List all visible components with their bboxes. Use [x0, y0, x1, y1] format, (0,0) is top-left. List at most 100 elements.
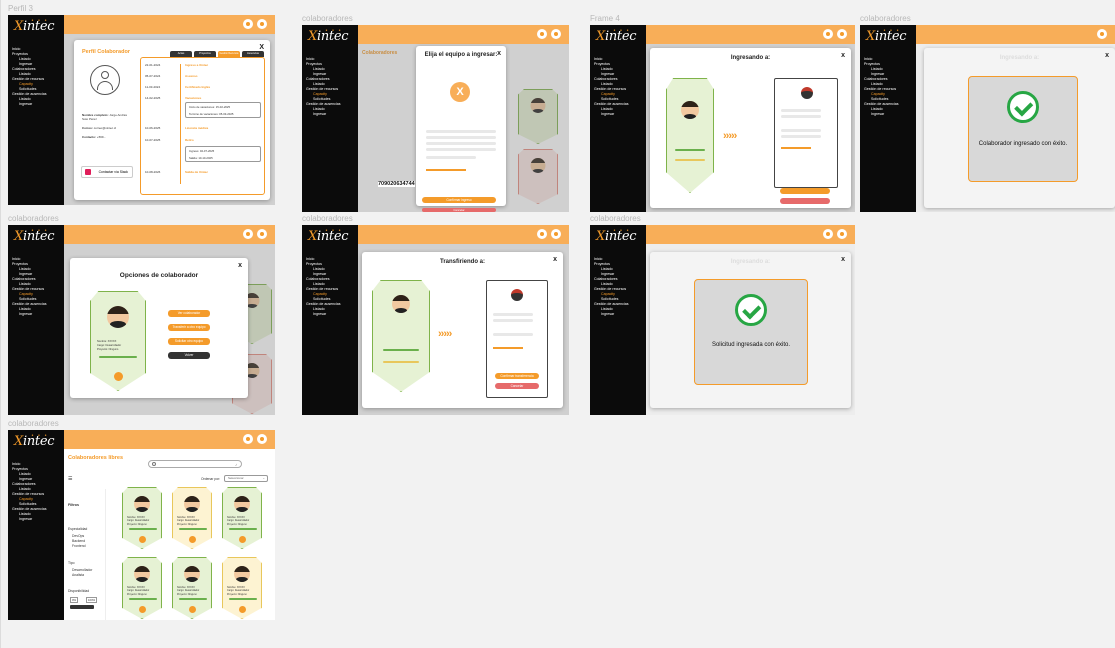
notification-icon[interactable] — [823, 29, 833, 39]
disp-max[interactable]: 100% — [86, 597, 98, 603]
frame-title: colaboradores — [8, 214, 59, 223]
user-icon[interactable] — [257, 19, 267, 29]
nav-ingresar[interactable]: Ingresar — [864, 112, 914, 117]
nav-ingresar[interactable]: Ingresar — [12, 517, 62, 522]
timeline-date: 11-03-2024 — [145, 85, 161, 89]
microphone-icon[interactable]: ♪ — [235, 462, 237, 467]
cancel-button[interactable]: Cancelar — [422, 208, 496, 212]
transferir-button[interactable]: Transferir a otro equipo — [168, 324, 210, 331]
xintec-badge-icon — [139, 606, 146, 613]
close-icon[interactable]: x — [841, 52, 845, 59]
collaborator-card[interactable]: Nombre: XXXXX Cargo: Desarrollador Proyect… — [222, 487, 262, 549]
timeline-event: Salida de Xintec — [185, 170, 209, 174]
collaborator-card[interactable]: Nombre: XXXXX Cargo: Desarrollador Proyect… — [222, 557, 262, 619]
notification-icon[interactable] — [243, 19, 253, 29]
notification-icon[interactable] — [1097, 29, 1107, 39]
frame-title: Perfil 3 — [8, 4, 33, 13]
confirm-button[interactable]: Confirmar ingreso — [422, 197, 496, 203]
filter-option[interactable]: Analista — [72, 573, 84, 577]
ordenar-select[interactable]: Seleccionar ⌄ — [224, 475, 268, 482]
success-dialog: Solicitud ingresada con éxito. — [694, 279, 808, 385]
sidebar-nav: Inicio Proyectos Listado Ingresar Colabo… — [864, 57, 914, 117]
solicitar-button[interactable]: Solicitar otro equipo — [168, 338, 210, 345]
especialidad-label: Especialidad — [68, 527, 88, 531]
user-icon[interactable] — [257, 434, 267, 444]
notification-icon[interactable] — [823, 229, 833, 239]
nav-ingresar[interactable]: Ingresar — [306, 112, 356, 117]
top-bar — [646, 225, 855, 244]
nav-ingresar[interactable]: Ingresar — [306, 312, 356, 317]
search-icon — [152, 462, 156, 466]
close-icon[interactable]: x — [497, 50, 501, 57]
filter-option[interactable]: DevOps — [72, 534, 84, 538]
notification-icon[interactable] — [243, 434, 253, 444]
timeline-event[interactable]: Vacaciones — [185, 96, 201, 100]
disp-min[interactable]: 0% — [70, 597, 79, 603]
close-icon[interactable]: X — [259, 44, 264, 51]
frame-exito-solicitud: • • • Xintec Inicio Proyectos Listado Ing… — [590, 225, 855, 415]
range-slider[interactable] — [70, 605, 94, 609]
user-icon[interactable] — [551, 229, 561, 239]
contacto-field: Contacto: +569... — [82, 135, 107, 139]
nav-ingresar[interactable]: Ingresar — [12, 312, 62, 317]
filters-title: Filtros — [68, 503, 79, 507]
percentage-slider[interactable] — [426, 169, 466, 171]
ver-colaborador-button[interactable]: Ver colaborador — [168, 310, 210, 317]
modal-title: Ingresando a: — [730, 55, 771, 61]
filter-option[interactable]: Frontend — [72, 544, 86, 548]
filter-option[interactable]: Desarrollador — [72, 568, 92, 572]
user-icon[interactable] — [551, 29, 561, 39]
form-row — [426, 156, 476, 159]
timeline-date: 05-07-2024 — [145, 74, 161, 78]
sidebar: • • • Xintec Inicio Proyectos Listado Ing… — [8, 430, 64, 620]
user-icon[interactable] — [837, 229, 847, 239]
user-icon[interactable] — [837, 29, 847, 39]
top-bar — [916, 25, 1115, 44]
user-icon[interactable] — [257, 229, 267, 239]
cancel-button[interactable]: Cancelar — [495, 383, 539, 389]
close-icon[interactable]: x — [238, 262, 242, 269]
nav-ingresar[interactable]: Ingresar — [594, 312, 644, 317]
collaborator-card[interactable]: Nombre: XXXXX Cargo: Desarrollador Proyect… — [172, 487, 212, 549]
team-logo-icon — [801, 87, 813, 99]
close-icon[interactable]: x — [1105, 52, 1109, 59]
percentage-slider[interactable] — [493, 347, 523, 349]
card-info: Nombre: XXXXX Cargo: Desarrollador Proyect… — [227, 586, 250, 596]
form-row — [781, 135, 821, 138]
team-panel: Confirmar transferencia Cancelar — [486, 280, 548, 398]
nav-ingresar[interactable]: Ingresar — [12, 102, 62, 107]
sidebar: • • • Xintec Inicio Proyectos Listado Ing… — [590, 225, 646, 415]
filter-option[interactable]: Backend — [72, 539, 85, 543]
timeline-event[interactable]: Licencia médica — [185, 126, 208, 130]
availability-bar — [129, 598, 157, 600]
collaborator-card[interactable]: Nombre: XXXXX Cargo: Desarrollador Proyect… — [122, 557, 162, 619]
notification-icon[interactable] — [537, 29, 547, 39]
notification-icon[interactable] — [243, 229, 253, 239]
cancel-button[interactable] — [780, 198, 830, 204]
availability-bar — [383, 361, 419, 363]
collaborator-card[interactable]: Nombre: XXXXX Cargo: Desarrollador Proyect… — [122, 487, 162, 549]
slack-button[interactable]: Contactar vía Slack — [81, 166, 133, 178]
confirm-button[interactable] — [780, 188, 830, 194]
timeline-event[interactable]: Ascenso — [185, 74, 198, 78]
collaborator-card[interactable]: Nombre: XXXXX Cargo: Desarrollador Proyect… — [172, 557, 212, 619]
avatar-placeholder-icon — [90, 65, 120, 95]
top-bar — [358, 225, 569, 244]
percentage-slider[interactable] — [781, 147, 811, 149]
sidebar-nav: Inicio Proyectos Listado Ingresar Colabo… — [306, 57, 356, 117]
perfil-modal: Perfil Colaborador X Nombre completo: Jo… — [74, 40, 270, 200]
nav-ingresar[interactable]: Ingresar — [594, 112, 644, 117]
logo: • • • Xintec — [866, 28, 907, 44]
timeline-event[interactable]: Retiro — [185, 138, 194, 142]
confirm-transfer-button[interactable]: Confirmar transferencia — [495, 373, 539, 379]
close-icon[interactable]: x — [841, 256, 845, 263]
filter-sliders-icon[interactable]: ☰ — [68, 476, 72, 482]
availability-bar — [99, 356, 137, 358]
timeline-date: 22-01-2024 — [145, 63, 161, 67]
sidebar-nav: Inicio Proyectos Listado Ingresar Colabo… — [594, 57, 644, 117]
close-icon[interactable]: x — [553, 256, 557, 263]
search-input[interactable]: ♪ — [148, 460, 242, 468]
frame-title: colaboradores — [860, 14, 911, 23]
volver-button[interactable]: Volver — [168, 352, 210, 359]
notification-icon[interactable] — [537, 229, 547, 239]
